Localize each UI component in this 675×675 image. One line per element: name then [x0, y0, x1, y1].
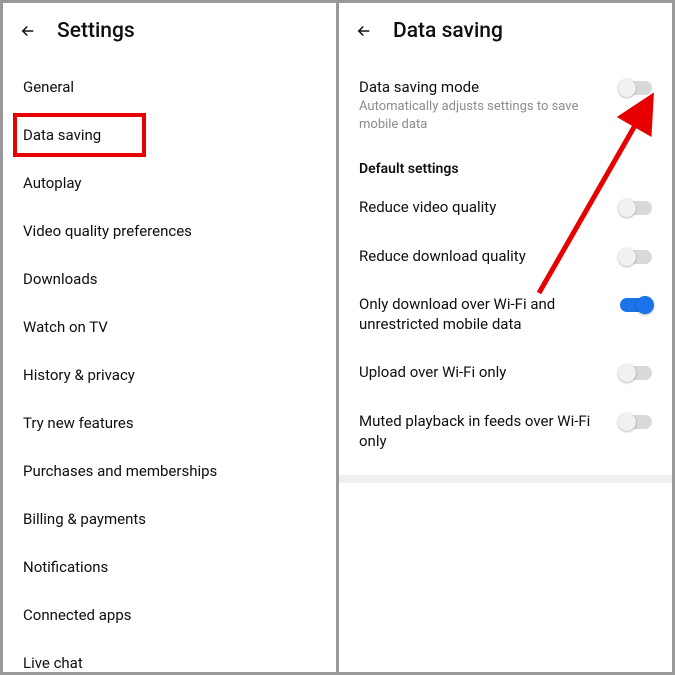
settings-item-try-new-features[interactable]: Try new features [23, 399, 316, 447]
data-saving-title: Data saving [393, 19, 503, 43]
settings-item-live-chat[interactable]: Live chat [23, 639, 316, 672]
back-arrow-icon[interactable] [355, 22, 373, 40]
only-wifi-download-label: Only download over Wi-Fi and unrestricte… [359, 294, 608, 335]
only-wifi-download-row[interactable]: Only download over Wi-Fi and unrestricte… [339, 280, 672, 349]
data-saving-mode-label: Data saving mode [359, 77, 608, 97]
data-saving-mode-row[interactable]: Data saving mode Automatically adjusts s… [339, 63, 672, 147]
settings-item-notifications[interactable]: Notifications [23, 543, 316, 591]
muted-playback-wifi-toggle[interactable] [620, 415, 652, 429]
bottom-divider [339, 475, 672, 483]
settings-panel: Settings General Data saving Autoplay Vi… [3, 3, 336, 672]
settings-item-general[interactable]: General [23, 63, 316, 111]
reduce-video-quality-label: Reduce video quality [359, 197, 608, 217]
settings-item-watch-on-tv[interactable]: Watch on TV [23, 303, 316, 351]
upload-wifi-only-label: Upload over Wi-Fi only [359, 362, 608, 382]
settings-title: Settings [57, 19, 135, 43]
data-saving-mode-toggle[interactable] [620, 81, 652, 95]
default-settings-header: Default settings [339, 147, 672, 183]
screenshot-container: Settings General Data saving Autoplay Vi… [0, 0, 675, 675]
settings-item-downloads[interactable]: Downloads [23, 255, 316, 303]
data-saving-header: Data saving [339, 3, 672, 63]
settings-item-connected-apps[interactable]: Connected apps [23, 591, 316, 639]
data-saving-panel: Data saving Data saving mode Automatical… [339, 3, 672, 672]
settings-item-data-saving[interactable]: Data saving [23, 111, 316, 159]
upload-wifi-only-toggle[interactable] [620, 366, 652, 380]
settings-header: Settings [3, 3, 336, 63]
reduce-video-quality-row[interactable]: Reduce video quality [339, 183, 672, 231]
only-wifi-download-toggle[interactable] [620, 298, 652, 312]
settings-item-purchases-memberships[interactable]: Purchases and memberships [23, 447, 316, 495]
upload-wifi-only-row[interactable]: Upload over Wi-Fi only [339, 348, 672, 396]
data-saving-mode-text: Data saving mode Automatically adjusts s… [359, 77, 608, 133]
muted-playback-wifi-label: Muted playback in feeds over Wi-Fi only [359, 411, 608, 452]
settings-item-label: Data saving [23, 126, 101, 144]
reduce-download-quality-row[interactable]: Reduce download quality [339, 232, 672, 280]
data-saving-mode-sub: Automatically adjusts settings to save m… [359, 98, 608, 133]
reduce-download-quality-toggle[interactable] [620, 250, 652, 264]
settings-item-history-privacy[interactable]: History & privacy [23, 351, 316, 399]
reduce-video-quality-toggle[interactable] [620, 201, 652, 215]
settings-item-billing-payments[interactable]: Billing & payments [23, 495, 316, 543]
muted-playback-wifi-row[interactable]: Muted playback in feeds over Wi-Fi only [339, 397, 672, 466]
settings-item-video-quality[interactable]: Video quality preferences [23, 207, 316, 255]
reduce-download-quality-label: Reduce download quality [359, 246, 608, 266]
back-arrow-icon[interactable] [19, 22, 37, 40]
settings-item-autoplay[interactable]: Autoplay [23, 159, 316, 207]
settings-list: General Data saving Autoplay Video quali… [3, 63, 336, 657]
